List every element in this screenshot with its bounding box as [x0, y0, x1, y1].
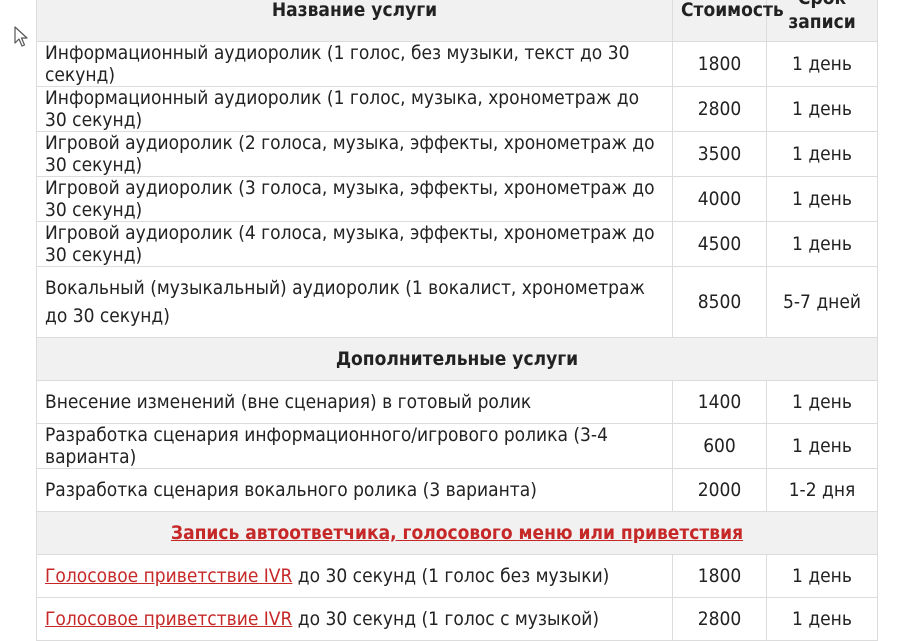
- price-table: Название услуги Стоимость Срокзаписи Инф…: [36, 0, 878, 641]
- service-cost: 2000: [672, 468, 767, 512]
- service-name: Голосовое приветствие IVR до 30 секунд (…: [36, 597, 673, 641]
- service-name: Разработка сценария вокального ролика (3…: [36, 468, 673, 512]
- table-row: Игровой аудиоролик (2 голоса, музыка, эф…: [36, 131, 878, 177]
- service-name: Разработка сценария информационного/игро…: [36, 423, 673, 469]
- service-name: Информационный аудиоролик (1 голос, без …: [36, 41, 673, 87]
- service-name-rest: до 30 секунд (1 голос с музыкой): [292, 608, 600, 630]
- service-term: 1 день: [766, 176, 878, 222]
- service-term: 1 день: [766, 86, 878, 132]
- service-cost: 1800: [672, 554, 767, 598]
- table-row: Разработка сценария информационного/игро…: [36, 423, 878, 469]
- column-header-name: Название услуги: [36, 0, 673, 42]
- ivr-greeting-link[interactable]: Голосовое приветствие IVR: [45, 565, 292, 587]
- service-term: 1 день: [766, 423, 878, 469]
- service-cost: 1800: [672, 41, 767, 87]
- service-cost: 8500: [672, 266, 767, 338]
- section-title: Дополнительные услуги: [36, 337, 878, 381]
- service-term: 5-7 дней: [766, 266, 878, 338]
- service-name: Игровой аудиоролик (4 голоса, музыка, эф…: [36, 221, 673, 267]
- table-row: Голосовое приветствие IVR до 30 секунд (…: [36, 554, 878, 598]
- table-row: Голосовое приветствие IVR до 30 секунд (…: [36, 597, 878, 641]
- table-header-row: Название услуги Стоимость Срокзаписи: [36, 0, 878, 42]
- service-cost: 600: [672, 423, 767, 469]
- service-name: Игровой аудиоролик (3 голоса, музыка, эф…: [36, 176, 673, 222]
- service-name: Голосовое приветствие IVR до 30 секунд (…: [36, 554, 673, 598]
- table-row: Внесение изменений (вне сценария) в гото…: [36, 380, 878, 424]
- service-cost: 4000: [672, 176, 767, 222]
- table-row: Информационный аудиоролик (1 голос, без …: [36, 41, 878, 87]
- column-header-cost: Стоимость: [672, 0, 784, 42]
- section-row-ivr: Запись автоответчика, голосового меню ил…: [36, 511, 878, 555]
- service-term: 1 день: [766, 597, 878, 641]
- service-term: 1-2 дня: [766, 468, 878, 512]
- service-cost: 2800: [672, 597, 767, 641]
- mouse-pointer-icon: [14, 26, 28, 47]
- service-cost: 3500: [672, 131, 767, 177]
- service-cost: 4500: [672, 221, 767, 267]
- ivr-greeting-link[interactable]: Голосовое приветствие IVR: [45, 608, 292, 630]
- table-row: Информационный аудиоролик (1 голос, музы…: [36, 86, 878, 132]
- service-name: Игровой аудиоролик (2 голоса, музыка, эф…: [36, 131, 673, 177]
- service-term: 1 день: [766, 221, 878, 267]
- service-term: 1 день: [766, 554, 878, 598]
- service-term: 1 день: [766, 380, 878, 424]
- service-name-rest: до 30 секунд (1 голос без музыки): [292, 565, 610, 587]
- table-row: Вокальный (музыкальный) аудиоролик (1 во…: [36, 266, 878, 338]
- section-row-additional: Дополнительные услуги: [36, 337, 878, 381]
- service-name: Внесение изменений (вне сценария) в гото…: [36, 380, 673, 424]
- section-title-link[interactable]: Запись автоответчика, голосового меню ил…: [36, 511, 878, 555]
- service-term: 1 день: [766, 41, 878, 87]
- table-row: Игровой аудиоролик (4 голоса, музыка, эф…: [36, 221, 878, 267]
- service-cost: 2800: [672, 86, 767, 132]
- service-name: Информационный аудиоролик (1 голос, музы…: [36, 86, 673, 132]
- table-row: Игровой аудиоролик (3 голоса, музыка, эф…: [36, 176, 878, 222]
- service-name: Вокальный (музыкальный) аудиоролик (1 во…: [36, 266, 673, 338]
- table-row: Разработка сценария вокального ролика (3…: [36, 468, 878, 512]
- service-cost: 1400: [672, 380, 767, 424]
- service-term: 1 день: [766, 131, 878, 177]
